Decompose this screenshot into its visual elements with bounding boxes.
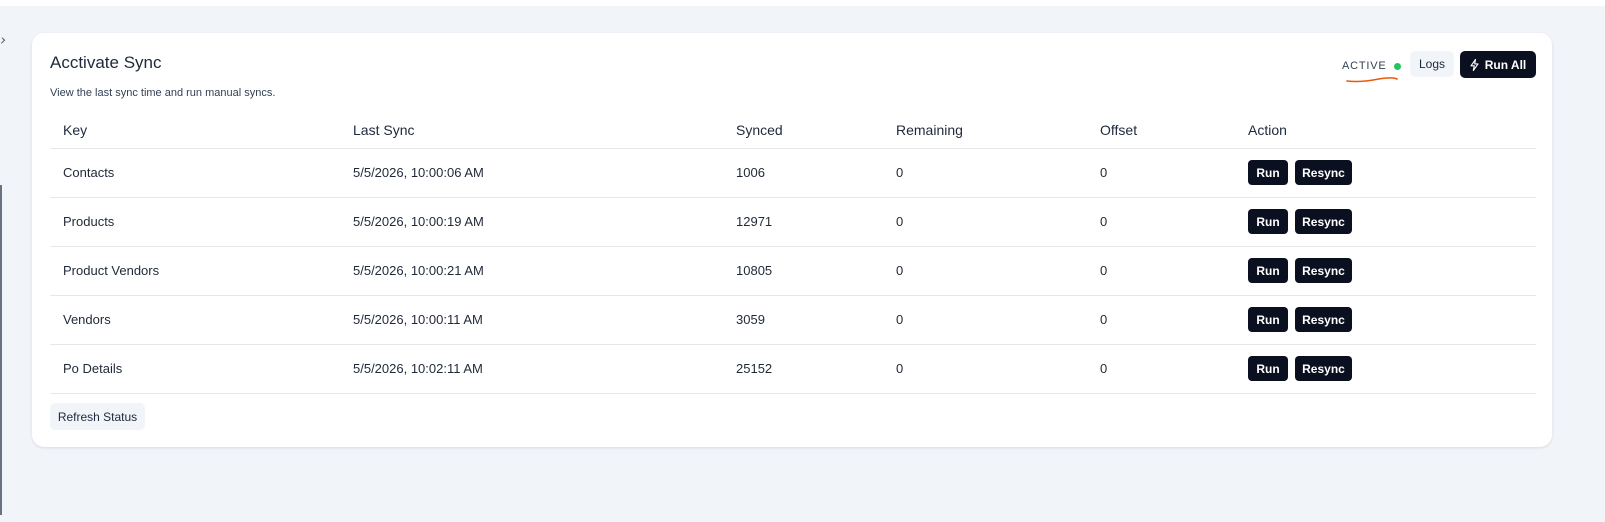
column-header-offset: Offset xyxy=(1087,112,1235,149)
table-row: Vendors 5/5/2026, 10:00:11 AM 3059 0 0 R… xyxy=(50,295,1536,345)
resync-button[interactable]: Resync xyxy=(1295,356,1352,381)
resync-button[interactable]: Resync xyxy=(1295,160,1352,185)
cell-last-sync: 5/5/2026, 10:00:06 AM xyxy=(340,148,723,198)
annotation-underline xyxy=(1346,77,1398,83)
resync-button[interactable]: Resync xyxy=(1295,258,1352,283)
cell-synced: 1006 xyxy=(723,148,883,198)
cell-remaining: 0 xyxy=(883,246,1087,296)
run-button[interactable]: Run xyxy=(1248,356,1288,381)
cell-last-sync: 5/5/2026, 10:02:11 AM xyxy=(340,344,723,394)
table-header-row: Key Last Sync Synced Remaining Offset Ac… xyxy=(50,112,1536,149)
cell-action: Run Resync xyxy=(1235,197,1536,247)
cell-synced: 25152 xyxy=(723,344,883,394)
run-button[interactable]: Run xyxy=(1248,160,1288,185)
cell-key: Vendors xyxy=(50,295,340,345)
lightning-icon xyxy=(1470,58,1479,71)
cell-key: Po Details xyxy=(50,344,340,394)
left-edge-border xyxy=(0,185,2,515)
status-label: ACTIVE xyxy=(1342,60,1387,72)
cell-offset: 0 xyxy=(1087,148,1235,198)
cell-synced: 12971 xyxy=(723,197,883,247)
cell-action: Run Resync xyxy=(1235,344,1536,394)
page-subtitle: View the last sync time and run manual s… xyxy=(50,87,276,99)
cell-synced: 3059 xyxy=(723,295,883,345)
column-header-last-sync: Last Sync xyxy=(340,112,723,149)
table-row: Product Vendors 5/5/2026, 10:00:21 AM 10… xyxy=(50,246,1536,296)
cell-offset: 0 xyxy=(1087,197,1235,247)
cell-key: Product Vendors xyxy=(50,246,340,296)
resync-button[interactable]: Resync xyxy=(1295,307,1352,332)
run-button[interactable]: Run xyxy=(1248,209,1288,234)
resync-button[interactable]: Resync xyxy=(1295,209,1352,234)
cell-last-sync: 5/5/2026, 10:00:19 AM xyxy=(340,197,723,247)
refresh-status-button[interactable]: Refresh Status xyxy=(50,403,145,430)
cell-action: Run Resync xyxy=(1235,295,1536,345)
run-button[interactable]: Run xyxy=(1248,258,1288,283)
cell-last-sync: 5/5/2026, 10:00:21 AM xyxy=(340,246,723,296)
sync-table: Key Last Sync Synced Remaining Offset Ac… xyxy=(50,112,1536,394)
cell-remaining: 0 xyxy=(883,295,1087,345)
row-actions: Run Resync xyxy=(1248,345,1536,393)
left-edge-mark xyxy=(0,37,6,44)
cell-key: Products xyxy=(50,197,340,247)
table-row: Po Details 5/5/2026, 10:02:11 AM 25152 0… xyxy=(50,344,1536,394)
row-actions: Run Resync xyxy=(1248,247,1536,295)
page-title: Acctivate Sync xyxy=(50,53,162,72)
cell-offset: 0 xyxy=(1087,344,1235,394)
table-row: Contacts 5/5/2026, 10:00:06 AM 1006 0 0 … xyxy=(50,148,1536,198)
cell-remaining: 0 xyxy=(883,148,1087,198)
column-header-remaining: Remaining xyxy=(883,112,1087,149)
row-actions: Run Resync xyxy=(1248,296,1536,344)
cell-remaining: 0 xyxy=(883,197,1087,247)
top-band xyxy=(0,0,1605,6)
cell-action: Run Resync xyxy=(1235,246,1536,296)
cell-action: Run Resync xyxy=(1235,148,1536,198)
table-row: Products 5/5/2026, 10:00:19 AM 12971 0 0… xyxy=(50,197,1536,247)
cell-offset: 0 xyxy=(1087,246,1235,296)
sync-card: Acctivate Sync View the last sync time a… xyxy=(32,33,1552,447)
logs-button[interactable]: Logs xyxy=(1410,51,1454,77)
cell-synced: 10805 xyxy=(723,246,883,296)
status-dot-icon xyxy=(1393,62,1401,70)
run-button[interactable]: Run xyxy=(1248,307,1288,332)
run-all-button[interactable]: Run All xyxy=(1460,51,1536,78)
cell-offset: 0 xyxy=(1087,295,1235,345)
row-actions: Run Resync xyxy=(1248,198,1536,246)
cell-remaining: 0 xyxy=(883,344,1087,394)
run-all-label: Run All xyxy=(1484,57,1527,72)
row-actions: Run Resync xyxy=(1248,149,1536,197)
cell-key: Contacts xyxy=(50,148,340,198)
column-header-key: Key xyxy=(50,112,340,149)
status-indicator: ACTIVE xyxy=(1342,58,1401,74)
cell-last-sync: 5/5/2026, 10:00:11 AM xyxy=(340,295,723,345)
column-header-action: Action xyxy=(1235,112,1536,149)
column-header-synced: Synced xyxy=(723,112,883,149)
